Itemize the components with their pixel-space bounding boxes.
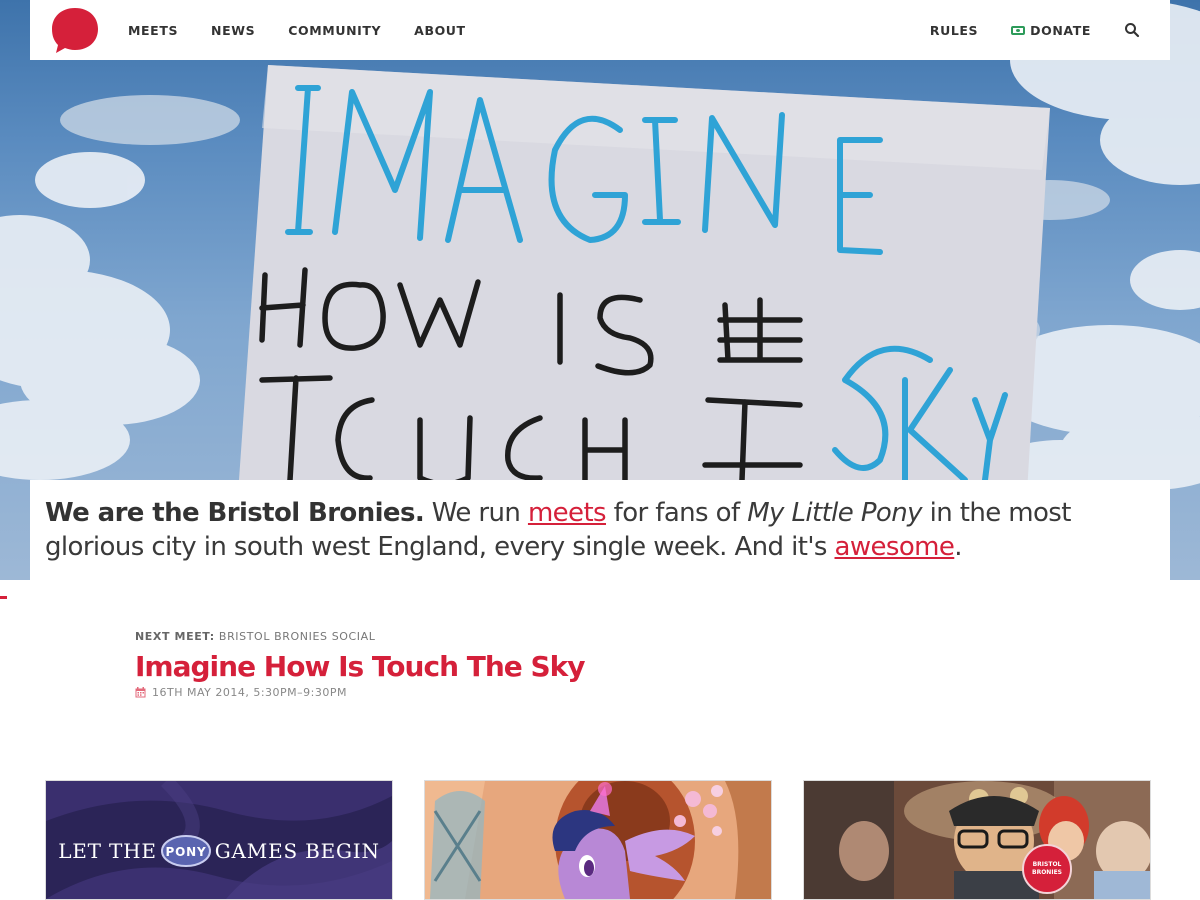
intro-text-2: for fans of [606,498,748,528]
speech-bubble-logo[interactable] [50,6,100,54]
next-meet: NEXT MEET: BRISTOL BRONIES SOCIAL Imagin… [135,630,1035,699]
next-meet-date-text: 16TH MAY 2014, 5:30PM–9:30PM [152,686,348,699]
nav-about[interactable]: ABOUT [414,23,466,38]
awesome-link[interactable]: awesome [835,532,955,562]
mlp-logo-icon: PONY [160,835,211,867]
banknote-icon [1011,25,1026,35]
nav-news[interactable]: NEWS [211,23,255,38]
card-pony-games[interactable]: LET THE PONY GAMES BEGIN [45,780,393,900]
next-meet-group[interactable]: BRISTOL BRONIES SOCIAL [219,630,376,643]
social-photo: BRISTOL BRONIES [804,781,1150,899]
next-meet-key: NEXT MEET: [135,630,215,643]
nav-donate-label: DONATE [1030,22,1091,38]
next-meet-title[interactable]: Imagine How Is Touch The Sky [135,650,1035,684]
games-text-after: GAMES BEGIN [214,839,380,863]
next-meet-date: 16TH MAY 2014, 5:30PM–9:30PM [135,686,1035,699]
intro-statement: We are the Bristol Bronies. We run meets… [30,480,1170,580]
intro-text-1: We run [424,498,528,528]
nav-donate[interactable]: DONATE [1011,23,1091,38]
main-nav: MEETS NEWS COMMUNITY ABOUT [128,0,499,60]
top-navbar: MEETS NEWS COMMUNITY ABOUT RULES DONATE [30,0,1170,60]
svg-text:BRISTOL: BRISTOL [1033,861,1062,868]
nav-community[interactable]: COMMUNITY [288,23,381,38]
search-icon[interactable] [1124,22,1140,38]
svg-text:BRONIES: BRONIES [1032,869,1062,876]
card-social-photo[interactable]: BRISTOL BRONIES [803,780,1151,900]
intro-text-4: . [954,532,962,562]
intro-bold: We are the Bristol Bronies. [45,498,425,528]
next-meet-label: NEXT MEET: BRISTOL BRONIES SOCIAL [135,630,1035,644]
meets-link[interactable]: meets [528,498,607,528]
intro-italic: My Little Pony [747,498,922,528]
accent-tick [0,596,7,599]
calendar-icon [135,687,146,698]
card-twilight[interactable] [424,780,772,900]
pony-games-title: LET THE PONY GAMES BEGIN [46,834,392,868]
nav-meets[interactable]: MEETS [128,23,178,38]
secondary-nav: RULES DONATE [897,0,1140,60]
mlp-logo-text: PONY [165,845,206,859]
twilight-illustration [425,781,771,899]
nav-rules[interactable]: RULES [930,23,978,38]
games-text-before: LET THE [58,839,157,863]
